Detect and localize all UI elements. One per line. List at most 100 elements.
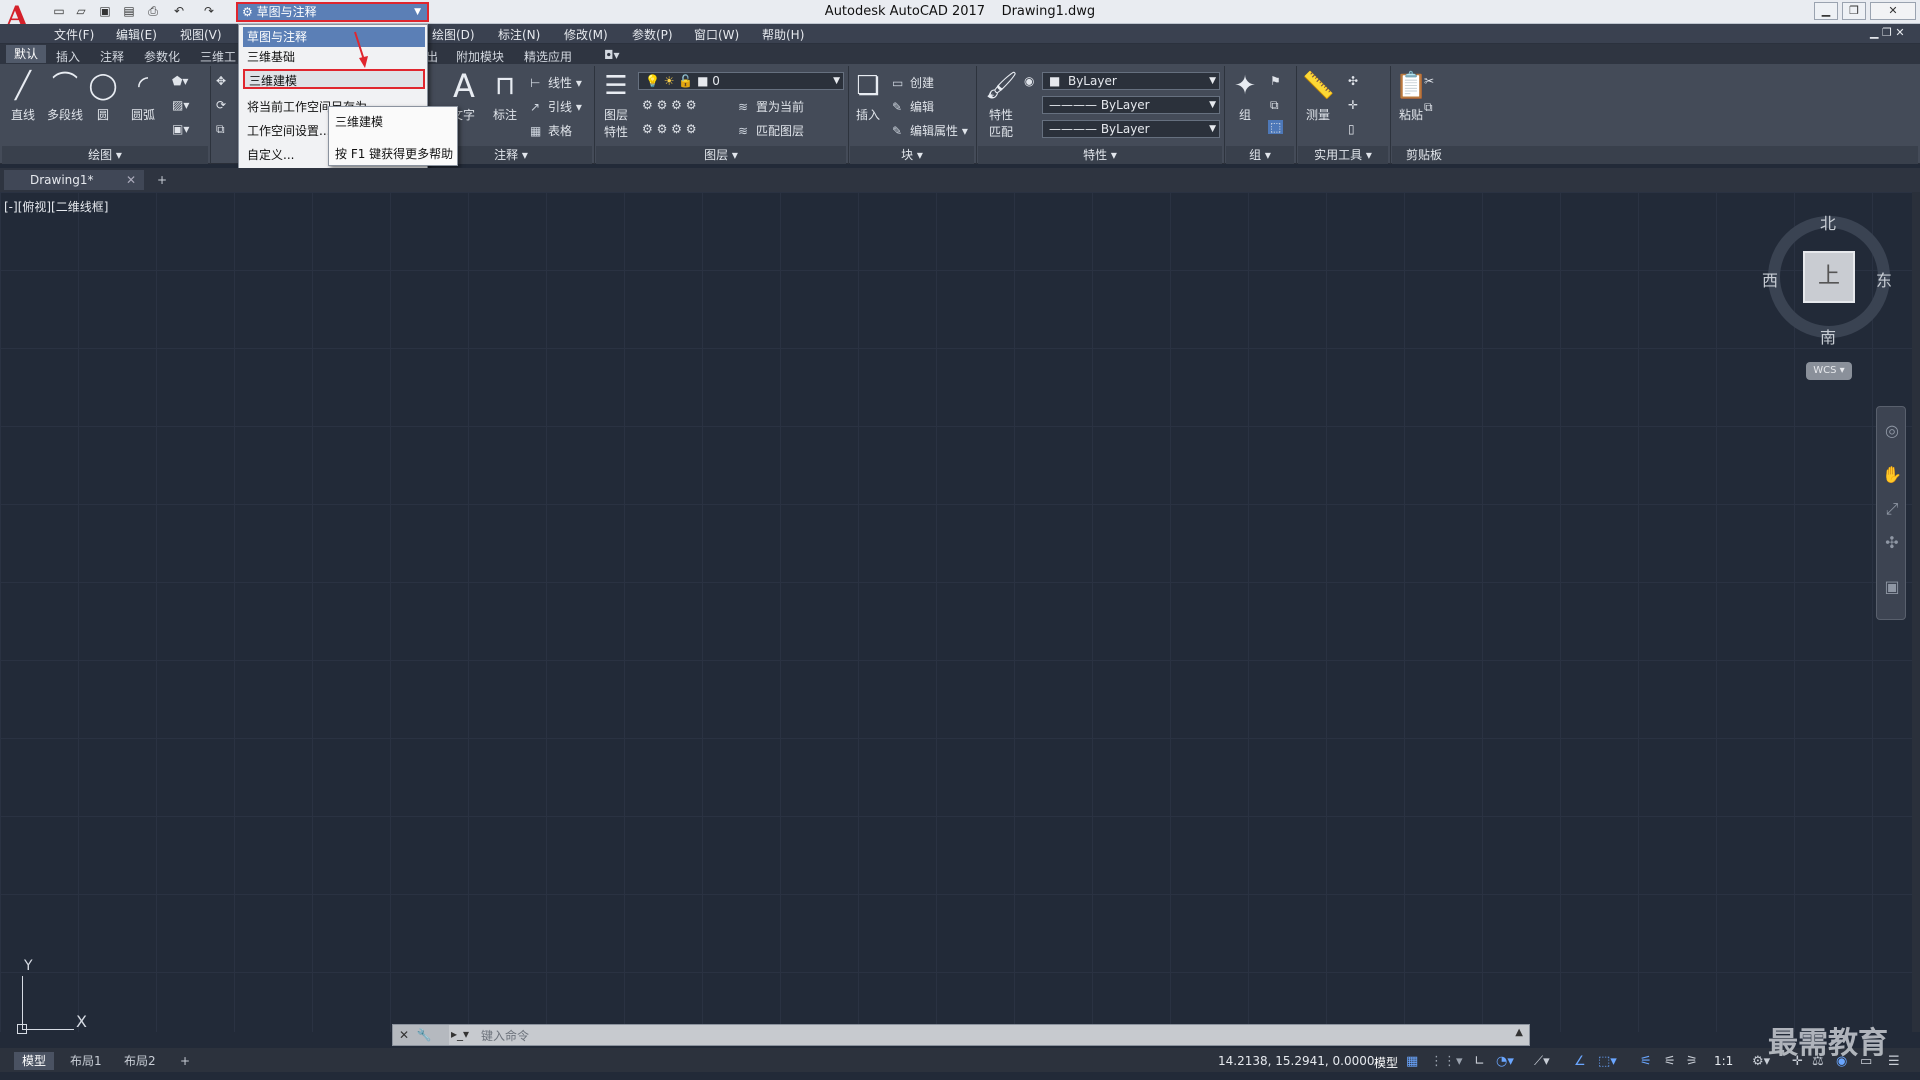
orbit-icon[interactable]: ✣	[1882, 533, 1902, 552]
draw-panel-title[interactable]: 绘图 ▾	[2, 146, 208, 164]
menu-draw[interactable]: 绘图(D)	[432, 26, 475, 43]
layout-tab-2[interactable]: 布局2	[116, 1052, 164, 1070]
utilities-panel-title[interactable]: 实用工具 ▾	[1298, 146, 1388, 164]
rotate-icon[interactable]: ⟳	[216, 98, 226, 112]
new-tab-button[interactable]: +	[152, 170, 172, 190]
compass-north[interactable]: 北	[1820, 210, 1836, 234]
menu-parametric[interactable]: 参数(P)	[632, 26, 673, 43]
tab-3d[interactable]: 三维工	[200, 48, 236, 65]
tab-addins[interactable]: 附加模块	[456, 48, 504, 65]
linetype-dropdown[interactable]: ———— ByLayer ▼	[1042, 96, 1220, 114]
properties-panel-title[interactable]: 特性 ▾	[978, 146, 1222, 164]
osnap-icon[interactable]: ⬚▾	[1598, 1054, 1617, 1069]
id-point-icon[interactable]: ✣	[1348, 74, 1358, 88]
insert-block-button[interactable]: ❏ 插入	[850, 70, 886, 123]
group-edit-icon[interactable]: ⧉	[1270, 98, 1279, 113]
leader-button[interactable]: ↗ 引线 ▾	[530, 98, 582, 115]
clipboard-panel-title[interactable]: 剪贴板	[1392, 146, 1918, 164]
undo-icon[interactable]: ↶	[170, 3, 188, 20]
set-current-button[interactable]: ≋ 置为当前	[738, 98, 804, 115]
menu-window[interactable]: 窗口(W)	[694, 26, 739, 43]
osnap-tracking-icon[interactable]: ∠	[1574, 1054, 1586, 1069]
menu-modify[interactable]: 修改(M)	[564, 26, 608, 43]
add-layout-button[interactable]: +	[172, 1052, 198, 1070]
viewcube-top-face[interactable]: 上	[1803, 251, 1855, 303]
doc-tab-drawing1[interactable]: Drawing1* ✕	[4, 170, 144, 190]
menu-view[interactable]: 视图(V)	[180, 26, 222, 43]
ortho-icon[interactable]: ∟	[1474, 1054, 1485, 1069]
match-properties-button[interactable]: 🖌 特性 匹配	[980, 70, 1022, 140]
layer-tools-row-2[interactable]: ⚙ ⚙ ⚙ ⚙	[642, 122, 696, 136]
command-prompt-icon[interactable]: ▸_▾	[451, 1027, 469, 1041]
layer-tools-row-1[interactable]: ⚙ ⚙ ⚙ ⚙	[642, 98, 696, 112]
workspace-item-3d-basics[interactable]: 三维基础	[243, 47, 425, 67]
viewport-controls-label[interactable]: [-][俯视][二维线框]	[4, 198, 108, 215]
plot-icon[interactable]: ⎙	[144, 3, 162, 20]
tab-insert[interactable]: 插入	[56, 48, 80, 65]
grid-icon[interactable]: ▦	[1406, 1054, 1418, 1069]
calculator-icon[interactable]: ▯	[1348, 122, 1355, 136]
layout-tab-model[interactable]: 模型	[14, 1052, 55, 1070]
compass-east[interactable]: 东	[1876, 267, 1892, 291]
minimize-button[interactable]: ▁	[1814, 2, 1838, 20]
polyline-button[interactable]: ⌒ 多段线	[42, 70, 88, 123]
ribbon-options-icon[interactable]: ◘▾	[604, 48, 620, 62]
color-dropdown[interactable]: ■ ByLayer ▼	[1042, 72, 1220, 90]
mirror-icon[interactable]: ⧉	[216, 122, 225, 137]
menu-edit[interactable]: 编辑(E)	[116, 26, 157, 43]
groups-panel-title[interactable]: 组 ▾	[1226, 146, 1294, 164]
menu-help[interactable]: 帮助(H)	[762, 26, 804, 43]
isodraft-icon[interactable]: ⟋▾	[1534, 1054, 1550, 1069]
save-as-icon[interactable]: ▤	[120, 3, 138, 20]
cut-icon[interactable]: ✂	[1424, 74, 1434, 88]
pan-hand-icon[interactable]: ✋	[1882, 465, 1902, 484]
annotation-scale[interactable]: 1:1	[1714, 1054, 1733, 1068]
table-button[interactable]: ▦ 表格	[530, 122, 572, 139]
maximize-button[interactable]: ❐	[1842, 2, 1866, 20]
command-history-toggle[interactable]: ▲	[1515, 1027, 1523, 1038]
annotation-scale-icon[interactable]: ⚞	[1686, 1054, 1698, 1069]
workspace-switcher[interactable]: ⚙ 草图与注释 ▼	[236, 2, 429, 22]
layers-panel-title[interactable]: 图层 ▾	[596, 146, 846, 164]
coordinates-readout[interactable]: 14.2138, 15.2941, 0.0000	[1218, 1054, 1375, 1068]
edit-block-button[interactable]: ✎ 编辑	[892, 98, 934, 115]
hatch-icon[interactable]: ▨▾	[172, 98, 189, 112]
tab-featured[interactable]: 精选应用	[524, 48, 572, 65]
vertical-scrollbar[interactable]	[1912, 192, 1920, 1032]
model-space-toggle[interactable]: 模型	[1374, 1054, 1398, 1071]
auto-scale-icon[interactable]: ⚟	[1664, 1054, 1676, 1069]
customize-status-icon[interactable]: ☰	[1888, 1054, 1900, 1069]
new-file-icon[interactable]: ▭	[50, 3, 68, 20]
group-select-icon[interactable]: ⬚	[1268, 120, 1284, 134]
match-layer-button[interactable]: ≋ 匹配图层	[738, 122, 804, 139]
polygon-icon[interactable]: ⬟▾	[172, 74, 188, 88]
point-icon[interactable]: ✛	[1348, 98, 1358, 112]
measure-button[interactable]: 📏 测量	[1300, 70, 1336, 123]
redo-icon[interactable]: ↷	[200, 3, 218, 20]
tab-annotate[interactable]: 注释	[100, 48, 124, 65]
line-button[interactable]: ╱ 直线	[4, 70, 42, 123]
layer-properties-button[interactable]: ☰ 图层 特性	[598, 70, 634, 140]
wcs-menu[interactable]: WCS ▾	[1806, 362, 1852, 380]
zoom-extents-icon[interactable]: ⤢	[1882, 499, 1902, 519]
region-icon[interactable]: ▣▾	[172, 122, 189, 136]
lineweight-dropdown[interactable]: ———— ByLayer ▼	[1042, 120, 1220, 138]
arc-button[interactable]: ◜ 圆弧	[124, 70, 162, 123]
workspace-item-3d-modeling[interactable]: 三维建模	[243, 69, 425, 89]
menu-dimension[interactable]: 标注(N)	[498, 26, 540, 43]
snap-icon[interactable]: ⋮⋮▾	[1430, 1054, 1463, 1069]
doc-window-controls[interactable]: ▁ ❐ ✕	[1870, 26, 1905, 39]
dimension-button[interactable]: ⊓ 标注	[486, 70, 524, 123]
compass-west[interactable]: 西	[1762, 267, 1778, 291]
ungroup-icon[interactable]: ⚑	[1270, 74, 1281, 88]
compass-south[interactable]: 南	[1820, 324, 1836, 348]
copy-icon[interactable]: ⧉	[1424, 100, 1433, 115]
layout-tab-1[interactable]: 布局1	[62, 1052, 110, 1070]
block-panel-title[interactable]: 块 ▾	[850, 146, 974, 164]
save-icon[interactable]: ▣	[96, 3, 114, 20]
menu-file[interactable]: 文件(F)	[54, 26, 94, 43]
close-icon[interactable]: ✕	[126, 170, 136, 190]
circle-button[interactable]: ◯ 圆	[86, 70, 120, 123]
layer-dropdown[interactable]: 💡 ☀ 🔓 ■ 0 ▼	[638, 72, 844, 90]
open-file-icon[interactable]: ▱	[72, 3, 90, 20]
